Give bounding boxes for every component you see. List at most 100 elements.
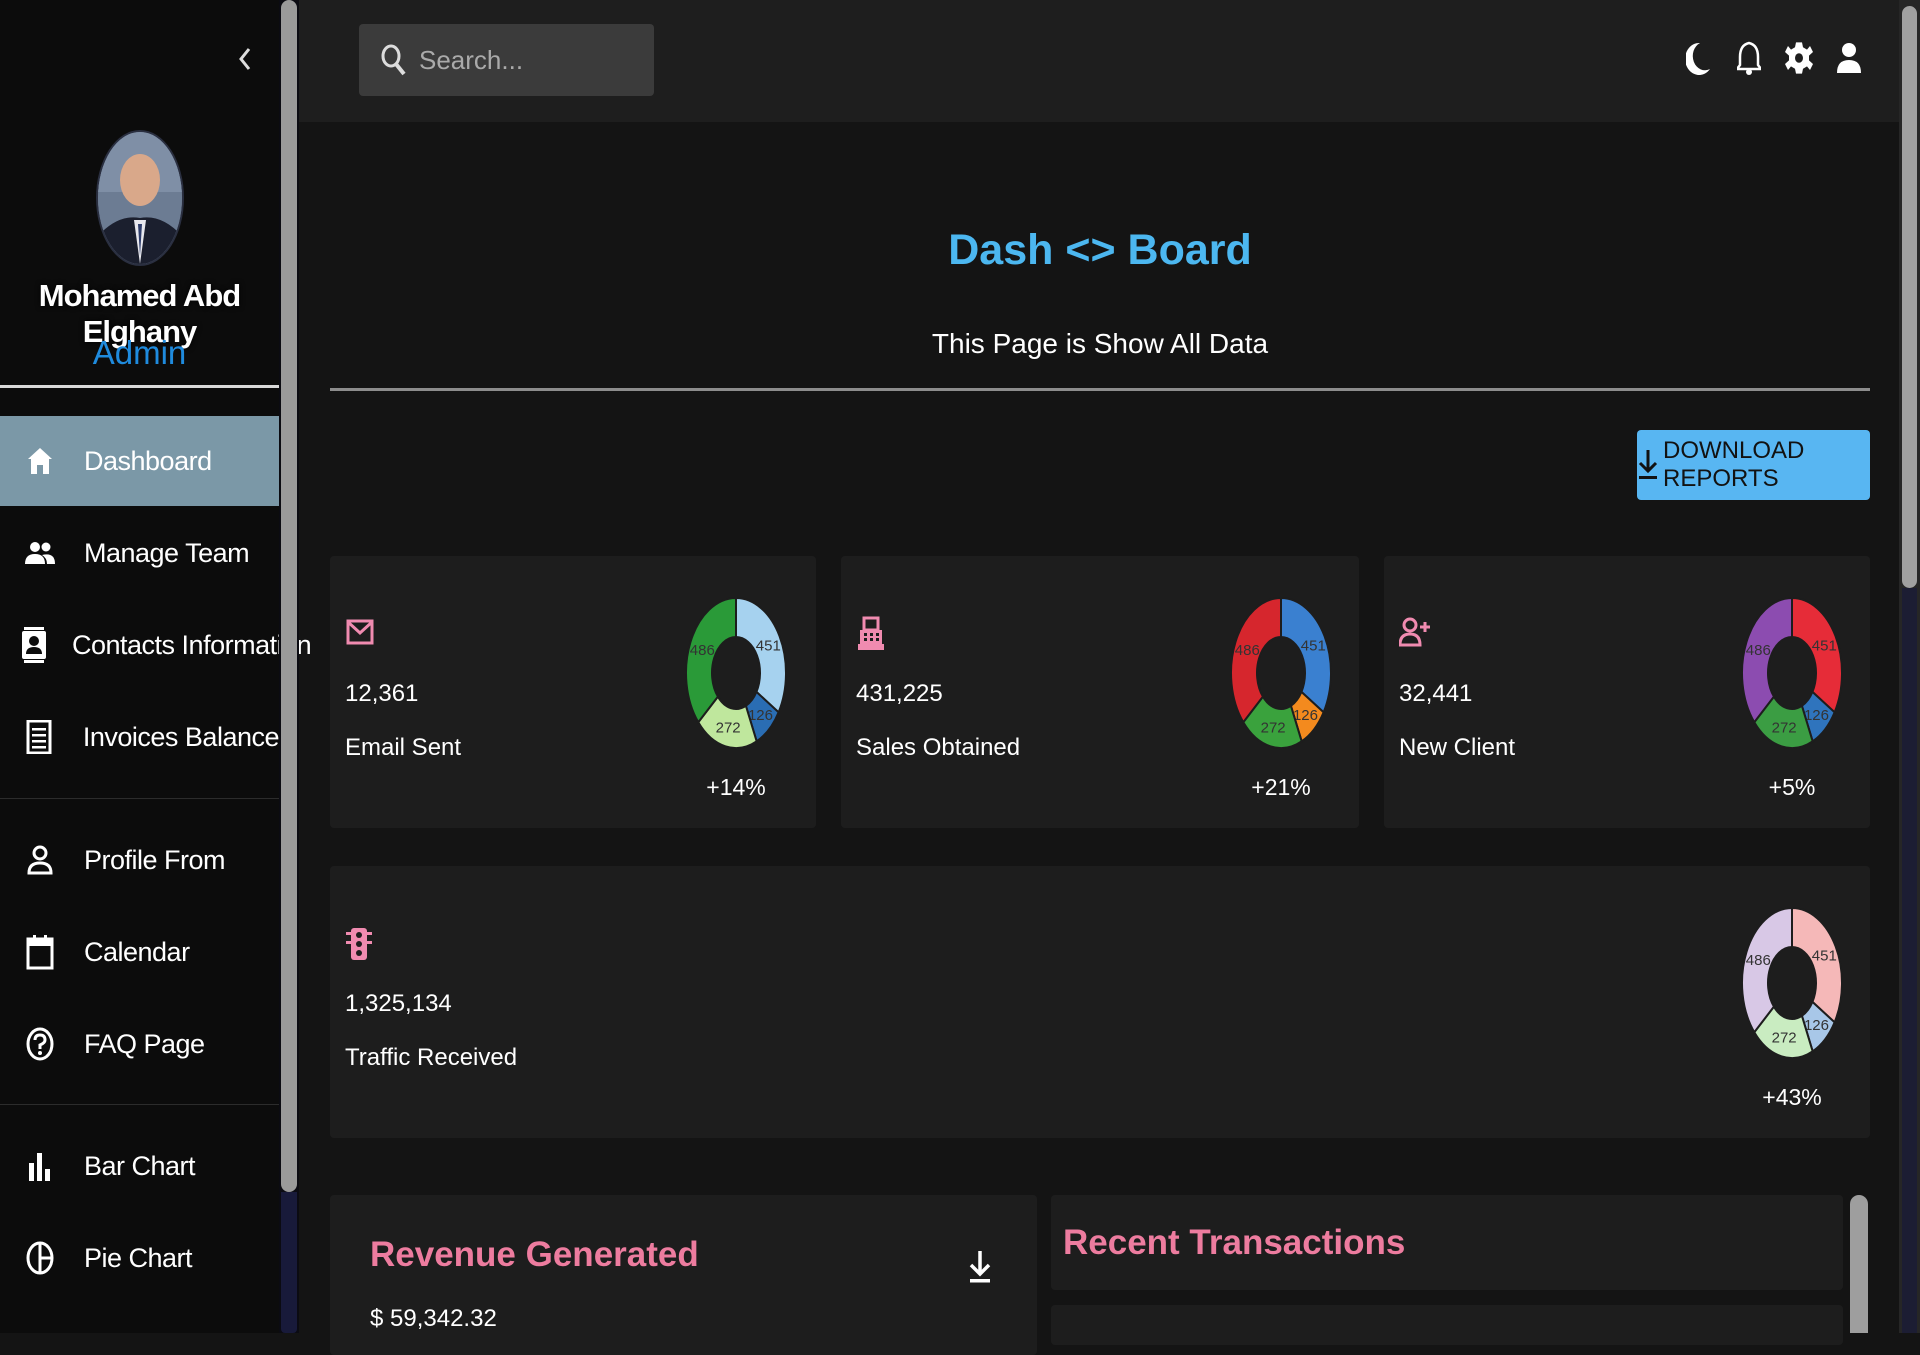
slice-label: 126 bbox=[1804, 707, 1829, 724]
topbar-icons bbox=[1684, 38, 1864, 78]
traffic-icon bbox=[345, 926, 375, 960]
page-title: Dash <> Board bbox=[948, 226, 1252, 274]
avatar bbox=[96, 130, 184, 266]
donut-chart: 451 126 272 486 bbox=[1740, 906, 1844, 1060]
scrollbar-thumb[interactable] bbox=[1902, 6, 1917, 588]
receipt-icon bbox=[20, 717, 59, 757]
stat-value: 1,325,134 bbox=[345, 990, 452, 1017]
home-icon bbox=[20, 441, 60, 481]
dark-mode-icon[interactable] bbox=[1684, 38, 1714, 78]
slice-label: 126 bbox=[1293, 707, 1318, 724]
divider bbox=[0, 385, 279, 388]
donut-svg: 451 126 272 486 bbox=[1741, 906, 1843, 1059]
recent-transactions-title: Recent Transactions bbox=[1063, 1223, 1406, 1262]
donut-chart: 451 126 272 486 bbox=[684, 596, 788, 750]
page-scrollbar[interactable] bbox=[1899, 0, 1920, 1333]
search-icon bbox=[381, 44, 407, 76]
sidebar-item-manage-team[interactable]: Manage Team bbox=[0, 508, 279, 598]
donut-chart: 451 126 272 486 bbox=[1229, 596, 1333, 750]
revenue-value: $ 59,342.32 bbox=[370, 1305, 497, 1332]
recent-transactions-panel: Recent Transactions bbox=[1051, 1195, 1843, 1290]
download-reports-label: DOWNLOAD REPORTS bbox=[1663, 437, 1805, 492]
stat-change: +21% bbox=[1251, 774, 1311, 800]
stat-value: 431,225 bbox=[856, 680, 943, 707]
help-icon bbox=[20, 1024, 60, 1064]
pie-slice[interactable] bbox=[1741, 596, 1793, 725]
transaction-row bbox=[1051, 1305, 1843, 1345]
search-input[interactable] bbox=[417, 43, 641, 77]
search-box[interactable] bbox=[359, 24, 654, 96]
chevron-left-icon[interactable] bbox=[230, 44, 260, 74]
slice-label: 451 bbox=[1301, 638, 1326, 655]
bar-chart-icon bbox=[20, 1146, 60, 1186]
stat-card-email-sent: 12,361 Email Sent 451 126 272 486 +14% bbox=[330, 556, 816, 828]
slice-label: 486 bbox=[690, 642, 715, 659]
slice-label: 272 bbox=[1261, 720, 1286, 737]
transactions-scrollbar[interactable] bbox=[1850, 1195, 1868, 1333]
sidebar-item-faq-page[interactable]: FAQ Page bbox=[0, 999, 279, 1089]
slice-label: 451 bbox=[756, 638, 781, 655]
pie-chart-icon bbox=[20, 1238, 60, 1278]
divider bbox=[330, 388, 1870, 391]
sidebar-item-pie-chart[interactable]: Pie Chart bbox=[0, 1213, 279, 1303]
contacts-icon bbox=[20, 625, 48, 665]
sidebar-item-contacts-information[interactable]: Contacts Information bbox=[0, 600, 312, 690]
slice-label: 486 bbox=[1746, 952, 1771, 969]
slice-label: 451 bbox=[1812, 638, 1837, 655]
donut-svg: 451 126 272 486 bbox=[1741, 596, 1843, 749]
gear-icon[interactable] bbox=[1784, 38, 1814, 78]
pie-slice[interactable] bbox=[685, 596, 737, 725]
sidebar-item-label: Contacts Information bbox=[72, 629, 312, 660]
stat-change: +43% bbox=[1762, 1084, 1822, 1110]
sidebar-item-label: Profile From bbox=[84, 844, 226, 875]
pie-slice[interactable] bbox=[1230, 596, 1282, 725]
scrollbar-track bbox=[1902, 588, 1917, 1333]
person-icon[interactable] bbox=[1834, 38, 1864, 78]
donut-chart: 451 126 272 486 bbox=[1740, 596, 1844, 750]
bell-icon[interactable] bbox=[1734, 38, 1764, 78]
email-icon bbox=[345, 616, 375, 646]
stat-card-sales-obtained: 431,225 Sales Obtained 451 126 272 486 +21% bbox=[841, 556, 1359, 828]
sidebar-item-invoices-balance[interactable]: Invoices Balance bbox=[0, 692, 280, 782]
person-icon bbox=[20, 840, 60, 880]
slice-label: 451 bbox=[1812, 948, 1837, 965]
sidebar-item-bar-chart[interactable]: Bar Chart bbox=[0, 1121, 279, 1211]
sidebar: Mohamed Abd Elghany Admin Dashboard Mana… bbox=[0, 0, 312, 1333]
scrollbar-thumb[interactable] bbox=[281, 0, 297, 1192]
slice-label: 272 bbox=[716, 720, 741, 737]
sidebar-item-label: Bar Chart bbox=[84, 1150, 196, 1181]
sidebar-item-dashboard[interactable]: Dashboard bbox=[0, 416, 279, 506]
sidebar-item-label: Calendar bbox=[84, 936, 190, 967]
slice-label: 486 bbox=[1235, 642, 1260, 659]
scrollbar-track bbox=[281, 1192, 297, 1333]
sidebar-item-label: Invoices Balance bbox=[82, 721, 280, 752]
stat-label: Traffic Received bbox=[345, 1044, 518, 1071]
slice-label: 126 bbox=[748, 707, 773, 724]
sidebar-scrollbar[interactable] bbox=[279, 0, 299, 1333]
download-reports-button[interactable]: DOWNLOAD REPORTS bbox=[1637, 430, 1870, 500]
stat-value: 12,361 bbox=[345, 680, 419, 707]
sidebar-item-calendar[interactable]: Calendar bbox=[0, 907, 279, 997]
stat-label: New Client bbox=[1399, 734, 1516, 761]
divider bbox=[0, 798, 279, 799]
stat-label: Email Sent bbox=[345, 734, 462, 761]
point-of-sale-icon bbox=[856, 616, 886, 650]
stat-change: +14% bbox=[706, 774, 766, 800]
sidebar-item-profile-from[interactable]: Profile From bbox=[0, 815, 279, 905]
stat-card-traffic-received: 1,325,134 Traffic Received 451 126 272 486 … bbox=[330, 866, 1870, 1138]
slice-label: 126 bbox=[1804, 1017, 1829, 1034]
sidebar-item-label: Dashboard bbox=[84, 445, 212, 476]
stat-label: Sales Obtained bbox=[856, 734, 1021, 761]
sidebar-item-label: FAQ Page bbox=[84, 1028, 205, 1059]
slice-label: 272 bbox=[1772, 1030, 1797, 1047]
donut-svg: 451 126 272 486 bbox=[1230, 596, 1332, 749]
download-icon[interactable] bbox=[962, 1247, 998, 1287]
page-subtitle: This Page is Show All Data bbox=[931, 328, 1269, 359]
stat-change: +5% bbox=[1768, 774, 1816, 800]
divider bbox=[0, 1104, 279, 1105]
stat-card-new-client: 32,441 New Client 451 126 272 486 +5% bbox=[1384, 556, 1870, 828]
download-icon bbox=[1637, 448, 1659, 482]
pie-slice[interactable] bbox=[1741, 906, 1793, 1035]
donut-svg: 451 126 272 486 bbox=[685, 596, 787, 749]
topbar bbox=[299, 0, 1899, 122]
